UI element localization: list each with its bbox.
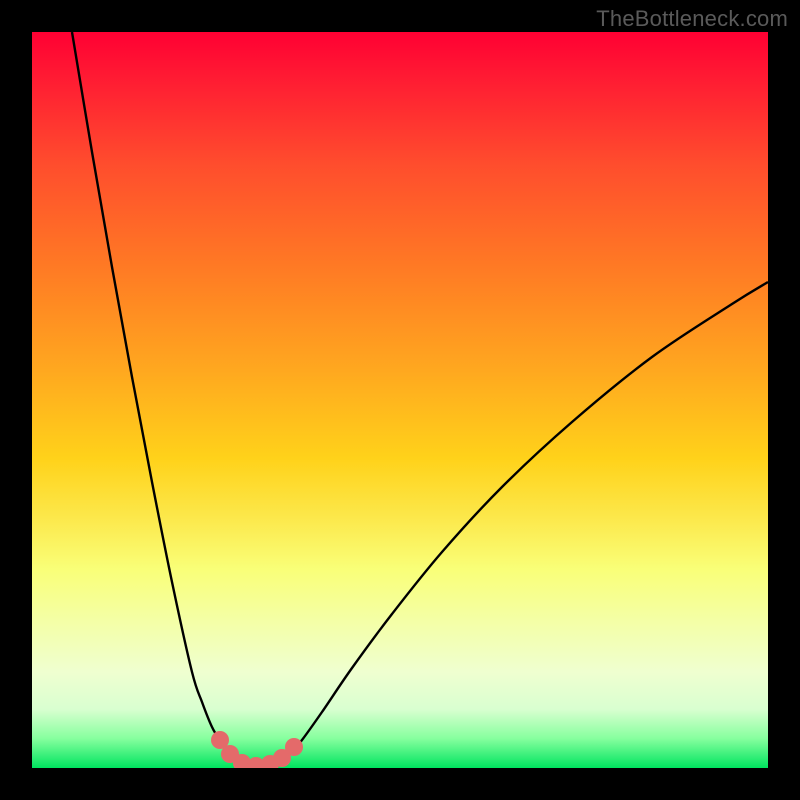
chart-frame: TheBottleneck.com xyxy=(0,0,800,800)
dots-layer xyxy=(32,32,768,768)
marker-dot xyxy=(285,738,303,756)
watermark-text: TheBottleneck.com xyxy=(596,6,788,32)
bottom-markers-group xyxy=(211,731,303,768)
plot-area xyxy=(32,32,768,768)
